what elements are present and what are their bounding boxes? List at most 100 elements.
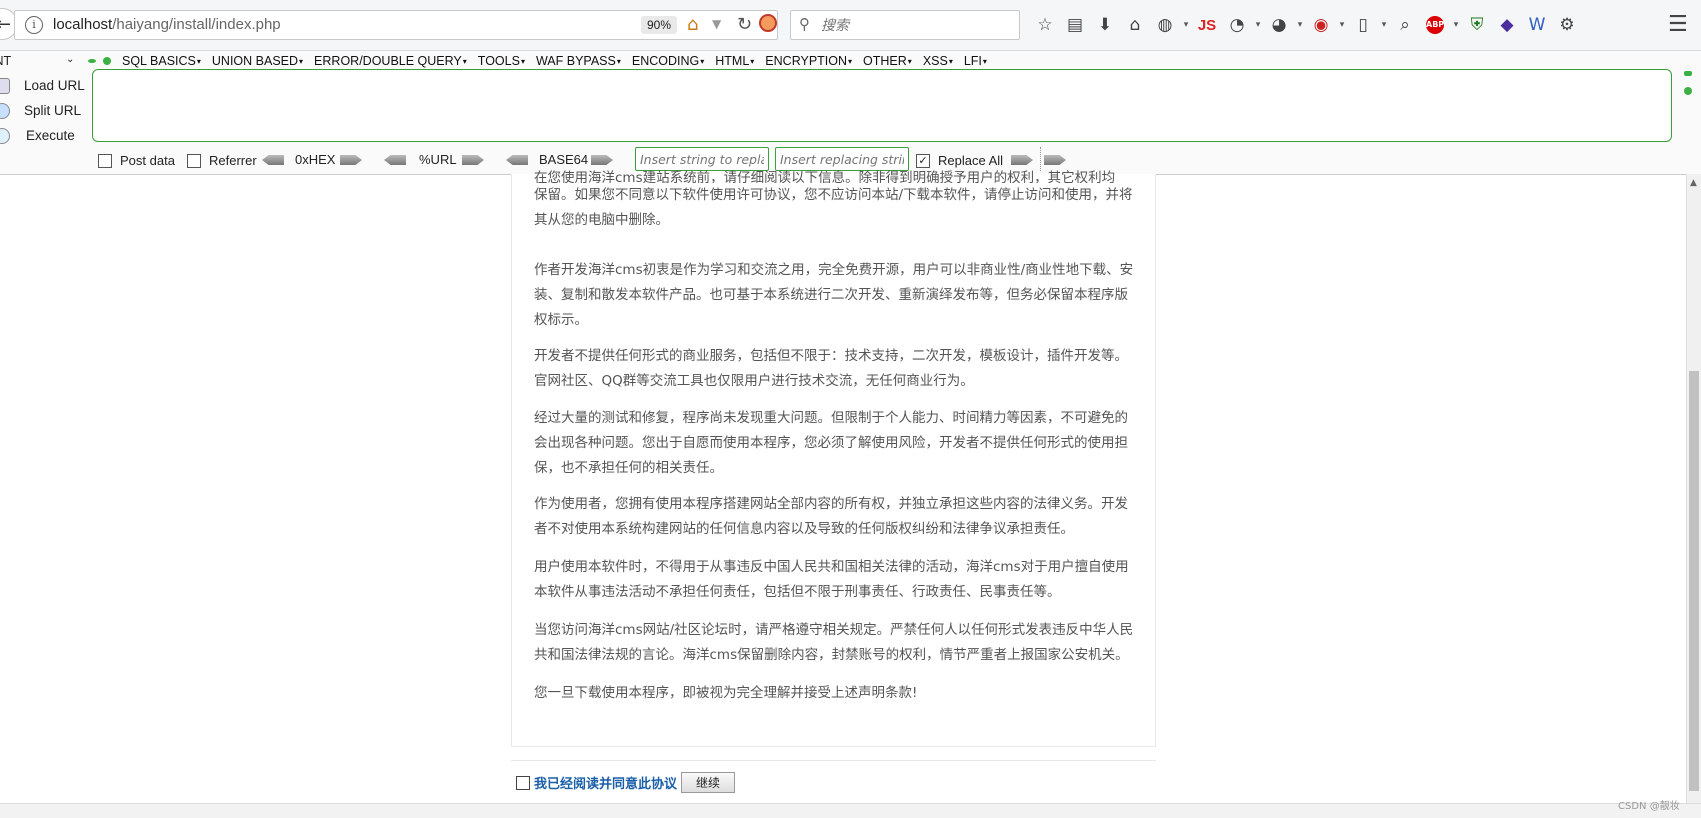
load-url-label: Load URL — [24, 78, 85, 93]
agree-label[interactable]: 我已经阅读并同意此协议 — [534, 773, 677, 792]
minus-icon[interactable] — [1684, 71, 1692, 76]
menu-lfi[interactable]: LFI — [964, 54, 987, 68]
record-icon[interactable]: ◉ — [1306, 15, 1336, 35]
license-panel: 在您使用海洋cms建站系统前，请仔细阅读以下信息。除非得到明确授予用户的权利，其… — [511, 170, 1156, 747]
scrollbar-thumb[interactable] — [1689, 371, 1699, 791]
menu-encoding[interactable]: ENCODING — [632, 54, 704, 68]
hackbar-actions: Load URL Split URL Execute — [0, 73, 90, 148]
search-input[interactable] — [819, 14, 1013, 38]
chevron-down-icon[interactable]: ▼ — [712, 17, 721, 31]
chevron-down-icon[interactable]: ▾ — [1336, 20, 1348, 30]
translate-icon[interactable]: ◔ — [1222, 15, 1252, 35]
browser-navbar: ← i localhost/haiyang/install/index.php … — [0, 0, 1701, 51]
site-info-icon[interactable]: i — [25, 16, 43, 34]
base64-label: BASE64 — [539, 152, 589, 167]
home-icon[interactable]: ⌂ — [1120, 15, 1150, 35]
execute-button[interactable]: Execute — [0, 123, 90, 148]
paragraph-text: 保留。如果您不同意以下软件使用许可协议，您不应访问本站/下载本软件，请停止访问和… — [534, 187, 1133, 228]
hex-decode-arrow-icon[interactable] — [262, 155, 284, 165]
palette-icon[interactable]: ◕ — [1264, 15, 1294, 35]
base64-decode-arrow-icon[interactable] — [506, 155, 528, 165]
split-url-button[interactable]: Split URL — [0, 98, 90, 123]
url-decode-arrow-icon[interactable] — [384, 155, 406, 165]
chevron-down-icon[interactable]: ▾ — [1450, 20, 1462, 30]
zoom-icon[interactable]: ⌕ — [1390, 15, 1420, 35]
load-url-icon — [0, 77, 10, 94]
execute-label: Execute — [26, 128, 75, 143]
menu-icon[interactable]: ☰ — [1668, 12, 1688, 37]
post-data-checkbox[interactable]: Post data — [98, 153, 175, 168]
clipped-line: 在您使用海洋cms建站系统前，请仔细阅读以下信息。除非得到明确授予用户的权利，其… — [534, 170, 1116, 183]
chevron-down-icon[interactable]: ▾ — [1252, 20, 1264, 30]
home-icon[interactable]: ⌂ — [687, 14, 698, 35]
menu-union-based[interactable]: UNION BASED — [212, 54, 303, 68]
minus-icon[interactable] — [88, 59, 96, 63]
url-encode-label: %URL — [419, 152, 457, 167]
download-icon[interactable]: ⬇ — [1090, 15, 1120, 35]
menu-xss[interactable]: XSS — [923, 54, 953, 68]
replace-next-arrow-icon[interactable] — [1044, 155, 1066, 165]
zoom-indicator[interactable]: 90% — [641, 16, 678, 34]
url-encode-arrow-icon[interactable] — [462, 155, 484, 165]
globe-icon[interactable]: ◍ — [1150, 15, 1180, 35]
replace-arrow-icon[interactable] — [1011, 155, 1033, 165]
adblock-icon[interactable]: ABP — [1426, 16, 1444, 34]
chevron-down-icon[interactable]: ▾ — [1180, 20, 1192, 30]
toolbar-icons: ☆ ▤ ⬇ ⌂ ◍ ▾ JS ◔ ▾ ◕ ▾ ◉ ▾ ▯ ▾ ⌕ ABP ▾ ⛨ ◆ W ⚙ — [1030, 12, 1582, 38]
page-scrollbar[interactable]: ▲ — [1686, 174, 1701, 804]
license-paragraph: 作为使用者，您拥有使用本程序搭建网站全部内容的所有权，并独立承担这些内容的法律义… — [534, 496, 1128, 537]
noscript-icon[interactable] — [759, 14, 777, 32]
menu-html[interactable]: HTML — [715, 54, 754, 68]
agree-row: 我已经阅读并同意此协议 继续 — [516, 772, 736, 793]
license-paragraph: 开发者不提供任何形式的商业服务，包括但不限于：技术支持，二次开发，模板设计，插件… — [534, 348, 1128, 389]
license-paragraph: 当您访问海洋cms网站/社区论坛时，请严格遵守相关规定。严禁任何人以任何形式发表… — [534, 622, 1134, 663]
menu-other[interactable]: OTHER — [863, 54, 912, 68]
hackbar-url-textarea[interactable] — [92, 69, 1672, 142]
menu-waf-bypass[interactable]: WAF BYPASS — [536, 54, 621, 68]
scroll-up-icon[interactable]: ▲ — [1690, 178, 1697, 188]
chevron-down-icon: ⌄ — [66, 54, 75, 65]
agree-checkbox[interactable] — [516, 775, 530, 790]
url-host: localhost — [53, 16, 113, 33]
star-icon[interactable]: ☆ — [1030, 15, 1060, 35]
url-bar[interactable]: i localhost/haiyang/install/index.php 90… — [14, 10, 778, 40]
split-url-label: Split URL — [24, 103, 82, 118]
license-paragraph: 您一旦下载使用本程序，即被视为完全理解并接受上述声明条款! — [534, 685, 918, 701]
continue-button[interactable]: 继续 — [681, 772, 736, 793]
checkbox-box[interactable] — [98, 153, 112, 168]
chevron-down-icon[interactable]: ▾ — [1294, 20, 1306, 30]
menu-tools[interactable]: TOOLS — [478, 54, 525, 68]
plus-icon[interactable] — [103, 57, 111, 65]
url-text[interactable]: localhost/haiyang/install/index.php — [53, 16, 281, 33]
menu-encryption[interactable]: ENCRYPTION — [765, 54, 852, 68]
hex-encode-arrow-icon[interactable] — [340, 155, 362, 165]
search-bar[interactable]: ⚲ — [790, 10, 1020, 40]
shield-icon[interactable]: ⛨ — [1462, 15, 1492, 35]
license-paragraph: 用户使用本软件时，不得用于从事违反中国人民共和国相关法律的活动，海洋cms对于用… — [534, 559, 1129, 600]
plus-icon[interactable] — [1684, 87, 1692, 95]
reading-list-icon[interactable]: ▤ — [1060, 15, 1090, 35]
load-url-button[interactable]: Load URL — [0, 73, 90, 98]
base64-encode-arrow-icon[interactable] — [591, 155, 613, 165]
gear-icon[interactable]: ⚙ — [1552, 15, 1582, 35]
checkbox-box[interactable] — [187, 153, 201, 168]
wappalyzer-icon[interactable]: W — [1522, 15, 1552, 35]
menu-sql-basics[interactable]: SQL BASICS — [122, 54, 201, 68]
url-path: /haiyang/install/index.php — [112, 16, 281, 33]
chevron-down-icon[interactable]: ▾ — [1378, 20, 1390, 30]
hex-label: 0xHEX — [295, 152, 336, 167]
license-paragraph: 作者开发海洋cms初衷是作为学习和交流之用，完全免费开源，用户可以非商业性/商业… — [534, 262, 1134, 328]
split-url-icon — [0, 102, 10, 119]
status-bar — [0, 803, 1701, 818]
reload-icon[interactable]: ↻ — [737, 14, 752, 35]
license-content: 在您使用海洋cms建站系统前，请仔细阅读以下信息。除非得到明确授予用户的权利，其… — [511, 170, 1156, 747]
device-icon[interactable]: ▯ — [1348, 15, 1378, 35]
referrer-checkbox[interactable]: Referrer — [187, 153, 257, 168]
hackbar-panel: INT ⌄ SQL BASICS UNION BASED ERROR/DOUBL… — [0, 51, 1701, 175]
js-icon[interactable]: JS — [1192, 17, 1222, 34]
diamond-icon[interactable]: ◆ — [1492, 15, 1522, 35]
watermark-text: CSDN @靓妆 — [1618, 801, 1680, 812]
menu-error-double-query[interactable]: ERROR/DOUBLE QUERY — [314, 54, 467, 68]
back-arrow-icon: ← — [0, 13, 11, 35]
license-paragraph: 在您使用海洋cms建站系统前，请仔细阅读以下信息。除非得到明确授予用户的权利，其… — [534, 170, 1134, 233]
